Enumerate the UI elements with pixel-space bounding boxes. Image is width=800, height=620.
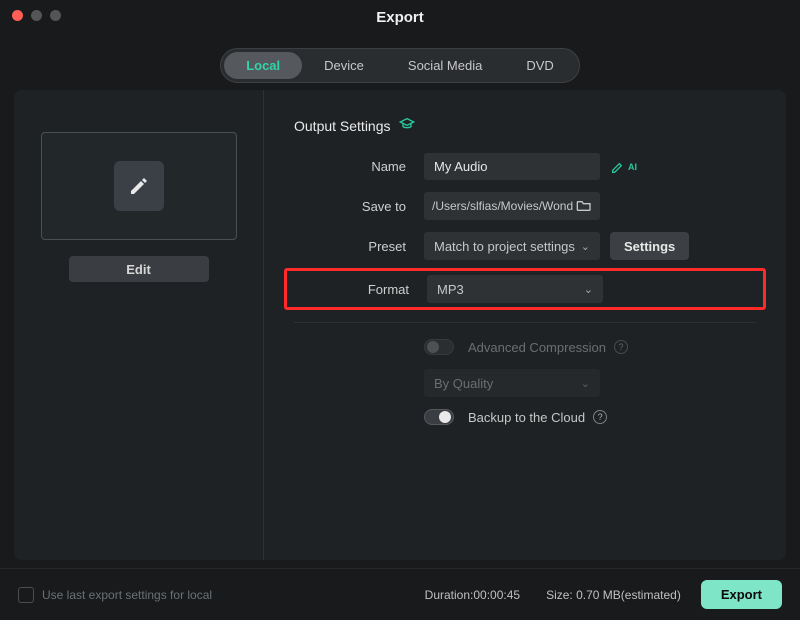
export-destination-tabs: Local Device Social Media DVD — [220, 48, 580, 83]
preview-thumbnail[interactable] — [41, 132, 237, 240]
edit-icon — [114, 161, 164, 211]
tab-local[interactable]: Local — [224, 52, 302, 79]
help-icon[interactable]: ? — [593, 410, 607, 424]
tab-dvd[interactable]: DVD — [504, 52, 575, 79]
size-readout: Size: 0.70 MB(estimated) — [546, 588, 681, 602]
saveto-path: /Users/slfias/Movies/Wond — [432, 199, 576, 213]
chevron-down-icon: ⌄ — [581, 240, 590, 253]
divider — [294, 322, 756, 323]
zoom-window-dot[interactable] — [50, 10, 61, 21]
graduation-cap-icon[interactable] — [399, 116, 415, 135]
footer-bar: Use last export settings for local Durat… — [0, 568, 800, 620]
format-label: Format — [297, 282, 427, 297]
window-controls — [12, 10, 61, 21]
chevron-down-icon: ⌄ — [584, 283, 593, 296]
ai-rename-button[interactable]: AI — [610, 159, 637, 175]
duration-readout: Duration:00:00:45 — [425, 588, 520, 602]
advanced-compression-toggle[interactable] — [424, 339, 454, 355]
chevron-down-icon: ⌄ — [581, 377, 590, 390]
tab-device[interactable]: Device — [302, 52, 386, 79]
output-settings-label: Output Settings — [294, 118, 391, 134]
saveto-field[interactable]: /Users/slfias/Movies/Wond — [424, 192, 600, 220]
use-last-settings-label: Use last export settings for local — [42, 588, 212, 602]
edit-button[interactable]: Edit — [69, 256, 209, 282]
backup-cloud-label: Backup to the Cloud — [468, 410, 585, 425]
saveto-label: Save to — [294, 199, 424, 214]
preset-select[interactable]: Match to project settings ⌄ — [424, 232, 600, 260]
format-select[interactable]: MP3 ⌄ — [427, 275, 603, 303]
output-settings-heading: Output Settings — [294, 116, 756, 135]
use-last-settings-checkbox[interactable] — [18, 587, 34, 603]
preview-column: Edit — [14, 90, 264, 560]
backup-cloud-toggle[interactable] — [424, 409, 454, 425]
close-window-dot[interactable] — [12, 10, 23, 21]
compression-quality-value: By Quality — [434, 376, 493, 391]
preset-settings-button[interactable]: Settings — [610, 232, 689, 260]
format-value: MP3 — [437, 282, 464, 297]
settings-column: Output Settings Name AI Save to — [264, 90, 786, 560]
minimize-window-dot[interactable] — [31, 10, 42, 21]
export-panel: Edit Output Settings Name AI Save — [14, 90, 786, 560]
advanced-compression-label: Advanced Compression — [468, 340, 606, 355]
compression-quality-select: By Quality ⌄ — [424, 369, 600, 397]
window-title: Export — [0, 0, 800, 34]
name-input[interactable] — [424, 153, 600, 180]
help-icon[interactable]: ? — [614, 340, 628, 354]
name-label: Name — [294, 159, 424, 174]
export-button[interactable]: Export — [701, 580, 782, 609]
preset-value: Match to project settings — [434, 239, 575, 254]
folder-icon[interactable] — [576, 198, 592, 215]
tab-social-media[interactable]: Social Media — [386, 52, 504, 79]
ai-suffix: AI — [628, 162, 637, 172]
preset-label: Preset — [294, 239, 424, 254]
format-highlight: Format MP3 ⌄ — [284, 268, 766, 310]
